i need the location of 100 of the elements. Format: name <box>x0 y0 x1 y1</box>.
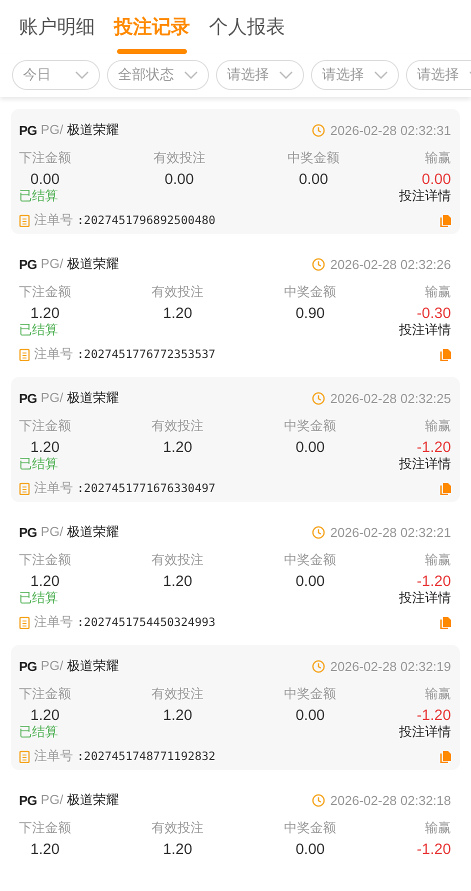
game-name: PG/ 极道荣耀 <box>40 121 119 139</box>
clock-icon <box>312 794 326 806</box>
copy-button[interactable] <box>440 348 451 360</box>
bet-time: 2026-02-28 02:32:18 <box>330 792 451 808</box>
chevron-down-icon <box>184 71 198 79</box>
bet-details-link[interactable]: 投注详情 <box>399 322 451 338</box>
column-label: 中奖金额 <box>284 686 336 702</box>
column-label: 有效投注 <box>152 820 204 836</box>
bet-details-link[interactable]: 投注详情 <box>399 590 451 606</box>
column-label: 输赢 <box>425 150 451 166</box>
amount-value: 0.00 <box>30 171 60 188</box>
amount-value: 1.20 <box>162 573 192 590</box>
provider-logo: PG <box>19 256 37 272</box>
order-number: :2027451796892500480 <box>77 212 216 228</box>
settled-status: 已结算 <box>19 188 58 204</box>
clipboard-icon <box>19 214 30 226</box>
game-name: PG/ 极道荣耀 <box>40 255 119 273</box>
amount-value: 1.20 <box>30 439 60 456</box>
amount-value: 0.00 <box>298 171 328 188</box>
amount-value: 0.00 <box>296 573 325 590</box>
tab[interactable]: 账户明细 <box>19 12 95 54</box>
order-label: 注单号 <box>34 480 73 496</box>
amount-value: 1.20 <box>30 841 60 858</box>
chevron-down-icon <box>374 71 388 79</box>
order-number: :2027451748771192832 <box>77 748 216 764</box>
column-label: 下注金额 <box>19 820 71 836</box>
provider-logo: PG <box>19 792 37 808</box>
win-loss-value: -1.20 <box>416 707 451 724</box>
clock-icon <box>312 660 326 672</box>
column-label: 中奖金额 <box>284 284 336 300</box>
clipboard-icon <box>19 616 30 628</box>
provider-logo: PG <box>19 524 37 540</box>
bet-time: 2026-02-28 02:32:25 <box>330 390 451 406</box>
win-loss-value: -0.30 <box>416 305 451 322</box>
order-label: 注单号 <box>34 212 73 228</box>
provider-logo: PG <box>19 658 37 674</box>
column-label: 输赢 <box>424 418 451 434</box>
column-label: 输赢 <box>424 686 451 702</box>
column-label: 中奖金额 <box>288 150 340 166</box>
provider-logo: PG <box>19 122 37 138</box>
copy-button[interactable] <box>440 616 451 628</box>
bet-time: 2026-02-28 02:32:19 <box>330 658 451 674</box>
order-number: :2027451754450324993 <box>77 614 216 630</box>
settled-status: 已结算 <box>19 590 58 606</box>
amount-value: 0.00 <box>296 841 325 858</box>
amount-value: 1.20 <box>162 707 192 724</box>
clock-icon <box>312 526 326 538</box>
settled-status: 已结算 <box>19 322 58 338</box>
column-label: 中奖金额 <box>284 418 336 434</box>
column-label: 有效投注 <box>152 418 204 434</box>
column-label: 中奖金额 <box>284 820 336 836</box>
amount-value: 0.00 <box>164 171 194 188</box>
column-label: 下注金额 <box>19 418 71 434</box>
chevron-down-icon <box>75 71 89 79</box>
provider-logo: PG <box>19 390 37 406</box>
bet-details-link[interactable]: 投注详情 <box>399 456 451 472</box>
clock-icon <box>312 392 326 404</box>
win-loss-value: -1.20 <box>416 841 451 858</box>
settled-status: 已结算 <box>19 456 58 472</box>
order-number: :2027451771676330497 <box>77 480 216 496</box>
amount-value: 1.20 <box>162 841 192 858</box>
order-label: 注单号 <box>34 748 73 764</box>
bet-time: 2026-02-28 02:32:26 <box>330 256 451 272</box>
copy-icon <box>440 348 451 360</box>
column-label: 有效投注 <box>152 552 204 568</box>
clipboard-icon <box>19 750 30 762</box>
column-label: 有效投注 <box>152 284 204 300</box>
settled-status: 已结算 <box>19 724 58 740</box>
bet-time: 2026-02-28 02:32:21 <box>330 524 451 540</box>
order-number: :2027451776772353537 <box>77 346 216 362</box>
column-label: 输赢 <box>424 552 451 568</box>
column-label: 下注金额 <box>19 552 71 568</box>
column-label: 下注金额 <box>19 686 71 702</box>
amount-value: 1.20 <box>30 573 60 590</box>
amount-value: 1.20 <box>30 707 60 724</box>
tab[interactable]: 个人报表 <box>209 12 285 54</box>
game-name: PG/ 极道荣耀 <box>40 791 119 809</box>
column-label: 中奖金额 <box>284 552 336 568</box>
copy-button[interactable] <box>440 214 451 226</box>
column-label: 下注金额 <box>19 150 71 166</box>
clipboard-icon <box>19 482 30 494</box>
column-label: 有效投注 <box>152 686 204 702</box>
column-label: 有效投注 <box>153 150 206 166</box>
game-name: PG/ 极道荣耀 <box>40 657 119 675</box>
win-loss-value: 0.00 <box>422 171 451 188</box>
copy-button[interactable] <box>440 750 451 762</box>
order-label: 注单号 <box>34 614 73 630</box>
game-name: PG/ 极道荣耀 <box>40 523 119 541</box>
copy-button[interactable] <box>440 482 451 494</box>
clock-icon <box>312 124 326 136</box>
bet-details-link[interactable]: 投注详情 <box>399 188 451 204</box>
amount-value: 1.20 <box>30 305 60 322</box>
order-label: 注单号 <box>34 346 73 362</box>
copy-icon <box>440 482 451 494</box>
chevron-down-icon <box>279 71 293 79</box>
column-label: 输赢 <box>424 284 451 300</box>
clock-icon <box>312 258 326 270</box>
amount-value: 1.20 <box>162 439 192 456</box>
win-loss-value: -1.20 <box>416 439 451 456</box>
bet-details-link[interactable]: 投注详情 <box>399 724 451 740</box>
